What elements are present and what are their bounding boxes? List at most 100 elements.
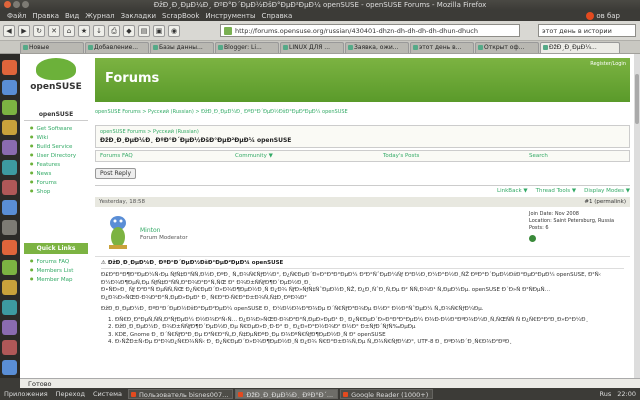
- nav-item-build-service[interactable]: Build Service: [30, 142, 82, 151]
- tab-8-active[interactable]: ÐžÐ¸Ð¸ÐµÐ¼...: [540, 42, 620, 53]
- quick-link-map[interactable]: Member Map: [30, 275, 82, 284]
- nav-item-shop[interactable]: Shop: [30, 187, 82, 196]
- minimize-window-icon[interactable]: [13, 1, 20, 8]
- tab-7[interactable]: Открыт оф...: [475, 42, 539, 53]
- maximize-window-icon[interactable]: [22, 1, 29, 8]
- app-launcher-icon[interactable]: [2, 220, 17, 235]
- quick-links-list: Forums FAQ Members List Member Map: [24, 254, 88, 287]
- browser-statusbar: Готово: [20, 378, 640, 388]
- app-launcher-icon[interactable]: [2, 240, 17, 255]
- nav-item-news[interactable]: News: [30, 169, 82, 178]
- app-launcher-icon[interactable]: [2, 140, 17, 155]
- nav-faq[interactable]: Forums FAQ: [100, 153, 235, 159]
- app-launcher-icon[interactable]: [2, 80, 17, 95]
- tab-2[interactable]: Базы данны...: [150, 42, 214, 53]
- username[interactable]: Minton: [140, 227, 160, 234]
- menu-help[interactable]: Справка: [258, 12, 295, 20]
- rss-icon[interactable]: ◉: [168, 24, 180, 37]
- tab-favicon-icon: [283, 45, 288, 50]
- permalink[interactable]: #1 (permalink): [584, 199, 626, 205]
- app-launcher-icon[interactable]: [2, 180, 17, 195]
- app-launcher-icon[interactable]: [2, 300, 17, 315]
- avatar[interactable]: [105, 211, 131, 251]
- app-launcher-icon[interactable]: [2, 160, 17, 175]
- home-icon[interactable]: ⌂: [63, 24, 75, 37]
- addon-icon[interactable]: ◆: [123, 24, 135, 37]
- register-login-link[interactable]: Register/Login: [590, 61, 626, 67]
- taskbar-item[interactable]: Google Reader (1000+): [340, 389, 434, 399]
- app-launcher-icon[interactable]: [2, 60, 17, 75]
- linkback-menu[interactable]: LinkBack ▼: [497, 188, 528, 194]
- app-launcher-icon[interactable]: [2, 340, 17, 355]
- menu-applications[interactable]: Приложения: [0, 390, 52, 398]
- page-scrollbar[interactable]: [634, 54, 640, 378]
- tab-3[interactable]: Blogger: Li...: [215, 42, 279, 53]
- tab-0[interactable]: Новые: [20, 42, 84, 53]
- window-titlebar: ÐžÐ¸Ð¸ÐµÐ¼Ð¸ ÐºÐ°Ð´ÐµÐ½ÐšÐ°ÐµÐ²ÐµÐ¼ open…: [0, 0, 640, 10]
- menu-edit[interactable]: Правка: [29, 12, 62, 20]
- app-launcher-icon[interactable]: [2, 320, 17, 335]
- quick-link-members[interactable]: Members List: [30, 266, 82, 275]
- app-launcher-icon[interactable]: [2, 260, 17, 275]
- stop-icon[interactable]: ✕: [48, 24, 60, 37]
- breadcrumb[interactable]: openSUSE Forums > Русский (Russian) > Ðž…: [95, 109, 630, 115]
- nav-search[interactable]: Search: [529, 153, 548, 159]
- join-date: Join Date: Nov 2008: [529, 211, 579, 217]
- post-body: ⚠ ÐžÐ¸Ð¸ÐµÐ¼Ð¸ ÐºÐ°Ð´ÐµÐ½ÐšÐ°ÐµÐ²ÐµÐ¼ op…: [95, 257, 630, 350]
- menu-scrapbook[interactable]: ScrapBook: [159, 12, 202, 20]
- scrollbar-thumb[interactable]: [635, 74, 639, 124]
- app-launcher-icon[interactable]: [2, 120, 17, 135]
- taskbar-item-active[interactable]: ÐžÐ¸Ð¸ÐµÐ¼Ð¸ ÐºÐ°Ð´...: [235, 389, 339, 399]
- url-bar[interactable]: http://forums.opensuse.org/russian/43040…: [220, 24, 520, 37]
- menu-places[interactable]: Переход: [52, 390, 89, 398]
- menu-bookmarks[interactable]: Закладки: [118, 12, 159, 20]
- toolbar-badge[interactable]: ов бар: [586, 11, 620, 20]
- menu-file[interactable]: Файл: [4, 12, 29, 20]
- window-title: ÐžÐ¸Ð¸ÐµÐ¼Ð¸ ÐºÐ°Ð´ÐµÐ½ÐšÐ°ÐµÐ²ÐµÐ¼ open…: [153, 1, 487, 9]
- clock[interactable]: 22:00: [617, 390, 636, 398]
- menu-system[interactable]: Система: [89, 390, 126, 398]
- menu-tools[interactable]: Инструменты: [202, 12, 258, 20]
- reload-icon[interactable]: ↻: [33, 24, 45, 37]
- app-launcher-icon[interactable]: [2, 200, 17, 215]
- app-launcher-icon[interactable]: [2, 100, 17, 115]
- breadcrumb-sub[interactable]: openSUSE Forums > Русский (Russian): [100, 129, 625, 135]
- app-launcher-icon[interactable]: [2, 280, 17, 295]
- tab-favicon-icon: [23, 45, 28, 50]
- gecko-avatar-icon: [109, 216, 127, 249]
- user-title: Forum Moderator: [140, 235, 188, 241]
- nav-item-forums[interactable]: Forums: [30, 178, 82, 187]
- nav-item-features[interactable]: Features: [30, 160, 82, 169]
- menu-view[interactable]: Вид: [62, 12, 82, 20]
- search-input[interactable]: этот день в истории: [538, 24, 636, 37]
- opensuse-logo[interactable]: openSUSE: [24, 58, 88, 102]
- tab-1[interactable]: Добавление...: [85, 42, 149, 53]
- quick-link-faq[interactable]: Forums FAQ: [30, 257, 82, 266]
- app-launcher-icon[interactable]: [2, 360, 17, 375]
- tab-label: Добавление...: [94, 44, 139, 51]
- scrapbook-icon[interactable]: ▤: [138, 24, 150, 37]
- keyboard-layout[interactable]: Rus: [600, 390, 612, 398]
- tab-4[interactable]: LINUX ДЛЯ ...: [280, 42, 344, 53]
- nav-item-get-software[interactable]: Get Software: [30, 124, 82, 133]
- nav-todays-posts[interactable]: Today's Posts: [383, 153, 529, 159]
- nav-item-wiki[interactable]: Wiki: [30, 133, 82, 142]
- thread-tools-menu[interactable]: Thread Tools ▼: [536, 188, 577, 194]
- back-button[interactable]: ◀: [3, 24, 15, 37]
- display-modes-menu[interactable]: Display Modes ▼: [584, 188, 630, 194]
- window-controls[interactable]: [4, 1, 29, 8]
- nav-community[interactable]: Community ▼: [235, 153, 383, 159]
- nav-item-user-directory[interactable]: User Directory: [30, 151, 82, 160]
- post-reply-button[interactable]: Post Reply: [95, 168, 137, 179]
- print-icon[interactable]: ⎙: [108, 24, 120, 37]
- forward-button[interactable]: ▶: [18, 24, 30, 37]
- close-window-icon[interactable]: [4, 1, 11, 8]
- screenshot-icon[interactable]: ▣: [153, 24, 165, 37]
- post-paragraph-3: ÐžÐ¸Ð¸ÐµÐ¼Ð¸ ÐºÐ°Ð´ÐµÐ½ÐšÐ°ÐµÐ²ÐµÐ¼ open…: [101, 306, 484, 312]
- menu-history[interactable]: Журнал: [82, 12, 117, 20]
- taskbar-item[interactable]: Пользователь bisnes007...: [127, 389, 234, 399]
- bookmark-icon[interactable]: ★: [78, 24, 90, 37]
- tab-6[interactable]: этот день в...: [410, 42, 474, 53]
- tab-5[interactable]: Заявка, ожи...: [345, 42, 409, 53]
- download-icon[interactable]: ↓: [93, 24, 105, 37]
